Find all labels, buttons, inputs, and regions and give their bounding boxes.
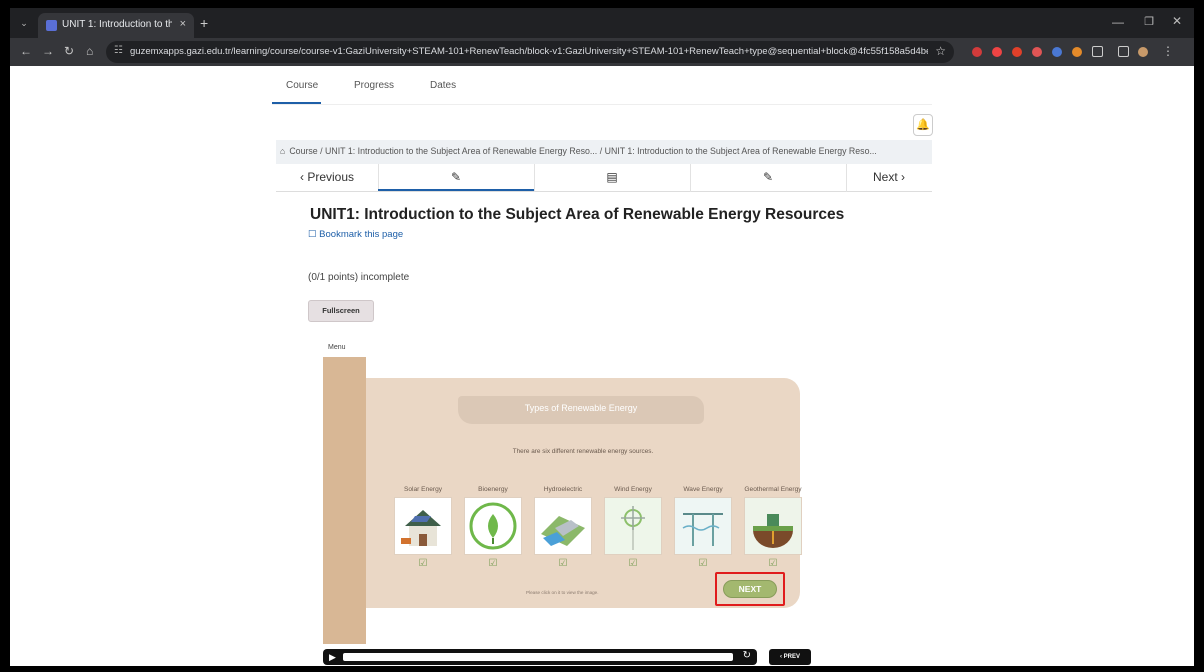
tab-search-icon[interactable]: ⌄ <box>16 15 32 31</box>
play-icon[interactable]: ▶ <box>329 652 336 663</box>
window-close-icon[interactable]: ✕ <box>1172 14 1182 28</box>
unit-html-icon[interactable]: ▤ <box>534 164 690 192</box>
extension-pdf-icon[interactable] <box>1012 47 1022 57</box>
browser-toolbar: ← → ↻ ⌂ ☷ guzemxapps.gazi.edu.tr/learnin… <box>10 38 1194 66</box>
active-unit-indicator <box>378 189 534 191</box>
wind-turbine-icon[interactable] <box>604 497 662 555</box>
energy-card-wave[interactable]: Wave Energy ☑ <box>668 486 738 569</box>
url-text: guzemxapps.gazi.edu.tr/learning/course/c… <box>130 46 928 57</box>
energy-label: Wave Energy <box>683 486 723 493</box>
next-label: Next <box>872 170 898 184</box>
notification-bell-icon[interactable]: 🔔 <box>913 114 933 136</box>
page-content: Course Progress Dates 🔔 ⌂ Course / UNIT 1… <box>10 66 1194 666</box>
fullscreen-button[interactable]: Fullscreen <box>308 300 374 322</box>
energy-label: Wind Energy <box>614 486 652 493</box>
bookmark-link[interactable]: ☐ Bookmark this page <box>308 229 403 240</box>
close-tab-icon[interactable]: × <box>180 18 186 30</box>
new-tab-icon[interactable]: + <box>200 15 208 31</box>
slide-title: Types of Renewable Energy <box>524 403 638 413</box>
bioenergy-leaf-icon[interactable] <box>464 497 522 555</box>
tab-course[interactable]: Course <box>286 80 318 91</box>
side-panel-icon[interactable] <box>1118 46 1129 57</box>
menu-dots-icon[interactable]: ⋮ <box>1162 44 1174 58</box>
browser-window: ⌄ UNIT 1: Introduction to the Sub × + — … <box>10 8 1194 666</box>
energy-label: Hydroelectric <box>543 486 583 493</box>
minimize-icon[interactable]: — <box>1112 15 1124 29</box>
energy-card-hydroelectric[interactable]: Hydroelectric ☑ <box>528 486 598 569</box>
tab-divider <box>272 104 932 105</box>
solar-house-icon[interactable] <box>394 497 452 555</box>
breadcrumb-section[interactable]: UNIT 1: Introduction to the Subject Area… <box>325 146 597 156</box>
site-info-icon[interactable]: ☷ <box>114 45 123 56</box>
tab-dates[interactable]: Dates <box>430 80 456 91</box>
home-icon: ⌂ <box>280 146 286 156</box>
maximize-icon[interactable]: ❐ <box>1144 15 1154 28</box>
check-icon: ☑ <box>768 558 778 569</box>
page-title: UNIT1: Introduction to the Subject Area … <box>310 206 845 223</box>
next-highlight-box: NEXT <box>715 572 785 606</box>
profile-avatar[interactable] <box>1138 47 1148 57</box>
slide-subtitle: There are six different renewable energy… <box>512 448 654 455</box>
address-bar[interactable]: ☷ guzemxapps.gazi.edu.tr/learning/course… <box>106 41 954 63</box>
bookmark-icon: ☐ <box>308 229 317 240</box>
extension-red-icon[interactable] <box>992 47 1002 57</box>
reload-icon[interactable]: ↻ <box>64 44 74 58</box>
energy-card-geothermal[interactable]: Geothermal Energy ☑ <box>738 486 808 569</box>
forward-icon[interactable]: → <box>42 44 54 58</box>
seek-bar[interactable] <box>343 653 733 661</box>
extension-x-icon[interactable] <box>1032 47 1042 57</box>
media-player-bar: ▶ ↻ <box>323 649 757 665</box>
previous-label: Previous <box>307 170 355 184</box>
menu-label[interactable]: Menu <box>328 344 346 351</box>
tab-bar: ⌄ UNIT 1: Introduction to the Sub × + — … <box>10 8 1194 38</box>
extensions-puzzle-icon[interactable] <box>1092 46 1103 57</box>
energy-label: Bioenergy <box>478 486 508 493</box>
extension-orange-icon[interactable] <box>1072 47 1082 57</box>
points-status: (0/1 points) incomplete <box>308 272 410 283</box>
energy-label: Solar Energy <box>403 486 443 493</box>
check-icon: ☑ <box>558 558 568 569</box>
energy-card-bioenergy[interactable]: Bioenergy ☑ <box>458 486 528 569</box>
energy-card-solar[interactable]: Solar Energy ☑ <box>388 486 458 569</box>
tab-title: UNIT 1: Introduction to the Sub <box>62 19 172 30</box>
tab-progress[interactable]: Progress <box>354 80 394 91</box>
extension-blue-icon[interactable] <box>1052 47 1062 57</box>
slide-next-button[interactable]: NEXT <box>723 580 777 598</box>
previous-button[interactable]: ‹ Previous <box>276 164 378 192</box>
hydro-dam-icon[interactable] <box>534 497 592 555</box>
breadcrumb: ⌂ Course / UNIT 1: Introduction to the Su… <box>276 140 932 164</box>
sequence-navigation: ‹ Previous ✎ ▤ ✎ Next › <box>276 164 932 192</box>
check-icon: ☑ <box>698 558 708 569</box>
energy-card-wind[interactable]: Wind Energy ☑ <box>598 486 668 569</box>
replay-icon[interactable]: ↻ <box>743 650 751 661</box>
energy-label: Geothermal Energy <box>744 486 802 493</box>
bookmark-star-icon[interactable]: ☆ <box>935 44 946 58</box>
click-hint: Please click on it to view the image. <box>526 590 599 595</box>
check-icon: ☑ <box>418 558 428 569</box>
breadcrumb-course[interactable]: Course <box>289 146 317 156</box>
check-icon: ☑ <box>628 558 638 569</box>
extension-adp-icon[interactable] <box>972 47 982 57</box>
slide-prev-button[interactable]: ‹ PREV <box>769 649 811 665</box>
back-icon[interactable]: ← <box>20 44 32 58</box>
wave-energy-icon[interactable] <box>674 497 732 555</box>
slide-menu-bar[interactable] <box>323 357 366 644</box>
next-button[interactable]: Next › <box>846 164 932 192</box>
check-icon: ☑ <box>488 558 498 569</box>
bookmark-label: Bookmark this page <box>319 229 404 240</box>
browser-tab[interactable]: UNIT 1: Introduction to the Sub × <box>38 13 194 38</box>
breadcrumb-subsection[interactable]: UNIT 1: Introduction to the Subject Area… <box>605 146 877 156</box>
favicon-icon <box>46 20 57 31</box>
geothermal-icon[interactable] <box>744 497 802 555</box>
unit-problem-icon[interactable]: ✎ <box>378 164 534 192</box>
home-icon[interactable]: ⌂ <box>86 44 93 58</box>
unit-problem-icon-2[interactable]: ✎ <box>690 164 846 192</box>
